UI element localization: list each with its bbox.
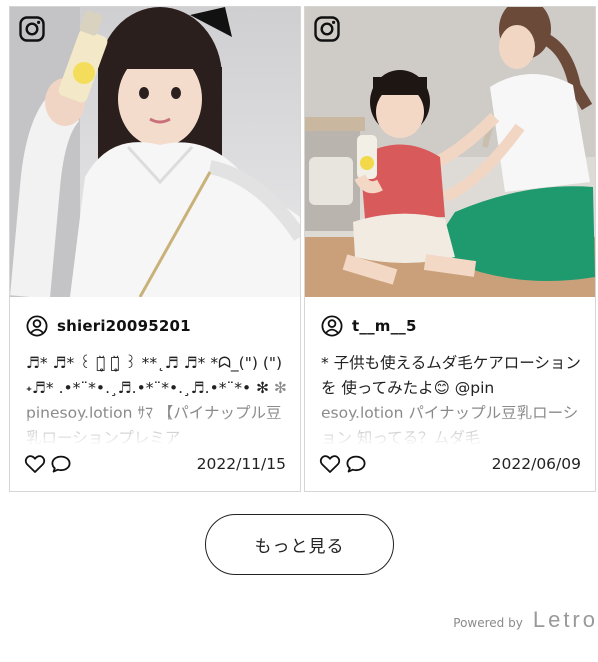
post-card[interactable]: t__m__5 * 子供も使えるムダ毛ケアローションを 使ってみたよ😊 @pin… <box>304 6 596 492</box>
post-actions <box>319 453 367 475</box>
heart-icon[interactable] <box>319 453 341 475</box>
girl-with-lotion-photo <box>10 7 300 297</box>
caption-text: ♬* ♬* ꒰ ఠ̥̆ ఠ̥̆ ꒱ **˛♬ ♬* *ᗣ_(") (")˖♬* … <box>26 354 283 397</box>
post-photo[interactable] <box>305 7 595 297</box>
mother-and-child-photo <box>305 7 595 297</box>
user-icon <box>321 315 343 337</box>
post-actions <box>24 453 72 475</box>
powered-by-footer[interactable]: Powered by Letro <box>453 607 598 633</box>
username: t__m__5 <box>352 317 417 335</box>
heart-icon[interactable] <box>24 453 46 475</box>
caption-fade <box>305 417 595 451</box>
user-icon <box>26 315 48 337</box>
letro-logo[interactable]: Letro <box>533 607 598 633</box>
caption-text: * 子供も使えるムダ毛ケアローションを 使ってみたよ😊 @pin <box>321 354 581 397</box>
comment-icon[interactable] <box>50 453 72 475</box>
instagram-icon <box>19 16 45 42</box>
comment-icon[interactable] <box>345 453 367 475</box>
post-author[interactable]: shieri20095201 <box>26 315 191 337</box>
post-author[interactable]: t__m__5 <box>321 315 417 337</box>
post-card[interactable]: shieri20095201 ♬* ♬* ꒰ ఠ̥̆ ఠ̥̆ ꒱ **˛♬ ♬*… <box>9 6 301 492</box>
instagram-icon <box>314 16 340 42</box>
post-date: 2022/11/15 <box>196 455 286 473</box>
show-more-button[interactable]: もっと見る <box>205 514 394 575</box>
caption-fade <box>10 417 300 451</box>
post-date: 2022/06/09 <box>491 455 581 473</box>
ugc-gallery: shieri20095201 ♬* ♬* ꒰ ఠ̥̆ ఠ̥̆ ꒱ **˛♬ ♬*… <box>9 6 596 492</box>
post-photo[interactable] <box>10 7 300 297</box>
powered-by-label: Powered by <box>453 616 523 630</box>
username: shieri20095201 <box>57 317 191 335</box>
